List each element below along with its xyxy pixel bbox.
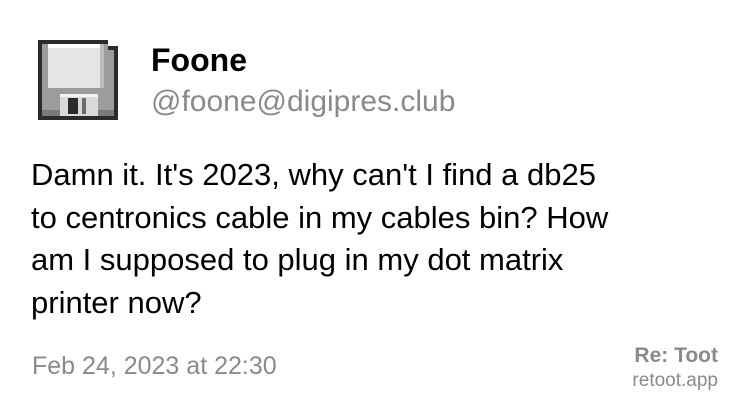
post-timestamp: Feb 24, 2023 at 22:30 <box>32 352 277 380</box>
floppy-disk-icon <box>38 40 118 120</box>
brand-title: Re: Toot <box>634 344 718 367</box>
toot-card: Foone @foone@digipres.club Damn it. It's… <box>0 0 750 412</box>
avatar[interactable] <box>38 40 118 120</box>
branding: Re: Toot retoot.app <box>632 343 718 393</box>
display-name[interactable]: Foone <box>151 41 247 79</box>
brand-url[interactable]: retoot.app <box>632 369 718 393</box>
post-text-line: Damn it. It's 2023, why can't I find a d… <box>31 157 596 192</box>
post-text-line: am I supposed to plug in my dot matrix <box>31 242 564 277</box>
post-body: Damn it. It's 2023, why can't I find a d… <box>31 154 731 324</box>
post-text-line: printer now? <box>31 284 202 320</box>
user-handle[interactable]: @foone@digipres.club <box>151 84 455 120</box>
post-text-line: to centronics cable in my cables bin? Ho… <box>31 199 609 235</box>
